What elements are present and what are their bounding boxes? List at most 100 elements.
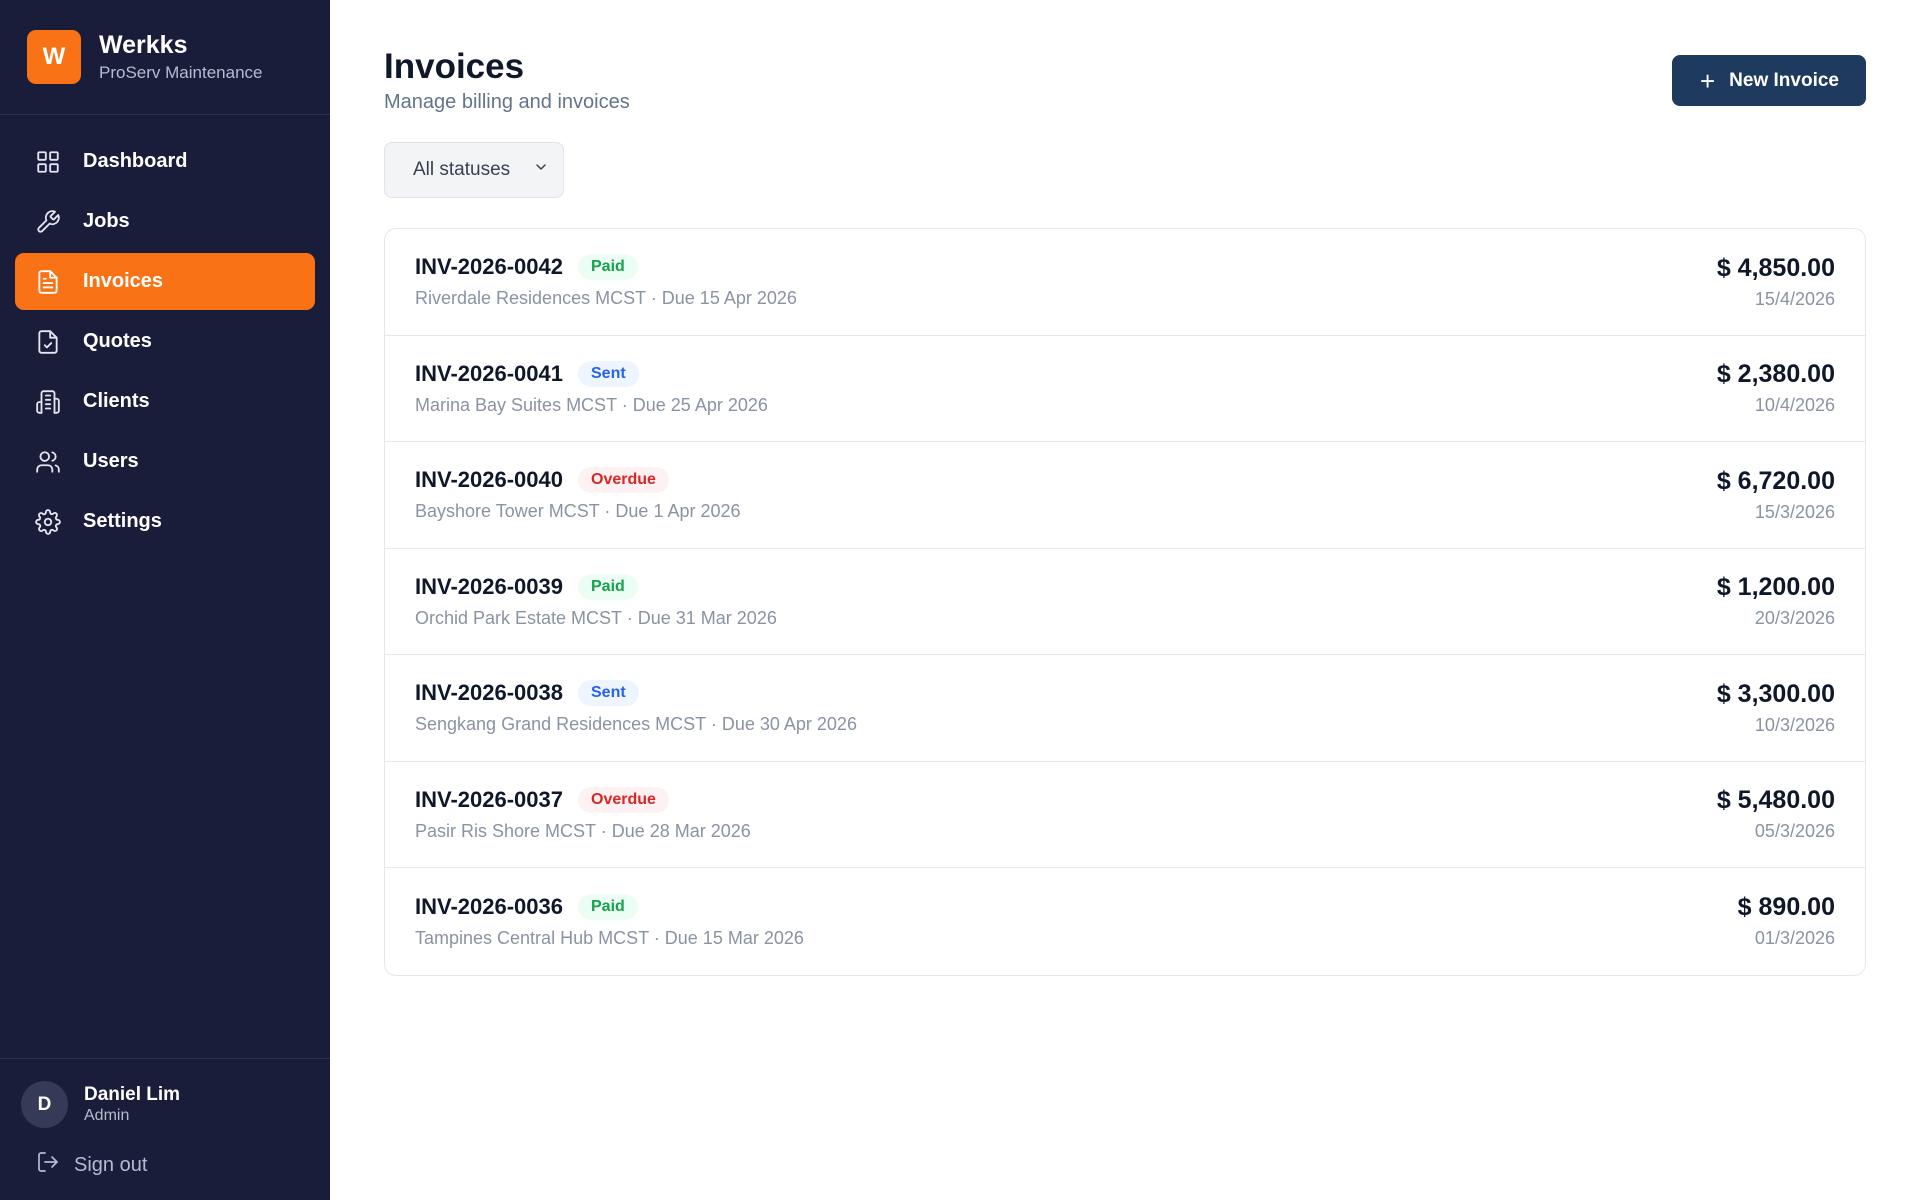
invoice-totals: $ 1,200.00 20/3/2026 [1717,573,1835,629]
sidebar-footer: D Daniel Lim Admin Sign out [0,1058,330,1200]
invoice-number: INV-2026-0042 [415,254,563,280]
invoice-meta: Sengkang Grand Residences MCST · Due 30 … [415,714,857,735]
grid-icon [35,149,61,175]
invoice-info: INV-2026-0040 Overdue Bayshore Tower MCS… [415,467,741,522]
invoice-client: Riverdale Residences MCST [415,288,646,309]
sidebar-item-label: Invoices [83,270,164,292]
status-badge: Sent [578,680,639,707]
gear-icon [35,508,61,535]
invoice-totals: $ 3,300.00 10/3/2026 [1717,680,1835,736]
invoice-row[interactable]: INV-2026-0042 Paid Riverdale Residences … [385,229,1865,336]
invoice-info: INV-2026-0042 Paid Riverdale Residences … [415,254,797,309]
invoice-amount: $ 3,300.00 [1716,679,1835,708]
invoice-date: 10/3/2026 [1754,714,1835,735]
invoice-due-date: Due 15 Apr 2026 [661,288,797,309]
invoice-info: INV-2026-0038 Sent Sengkang Grand Reside… [415,680,857,735]
sign-out-label: Sign out [74,1153,148,1176]
avatar: D [21,1081,68,1128]
brand-name: Werkks [99,31,188,59]
user-name: Daniel Lim [84,1083,181,1105]
invoice-client: Marina Bay Suites MCST [415,394,617,415]
status-badge: Paid [578,254,638,281]
invoice-info: INV-2026-0037 Overdue Pasir Ris Shore MC… [415,786,751,842]
invoice-due-date: Due 25 Apr 2026 [632,394,768,415]
status-badge: Paid [578,893,638,920]
invoice-row[interactable]: INV-2026-0040 Overdue Bayshore Tower MCS… [385,442,1865,549]
wrench-icon [35,209,61,235]
invoice-client: Pasir Ris Shore MCST [415,820,596,841]
users-icon [35,449,61,475]
invoice-number: INV-2026-0036 [415,893,563,919]
invoice-row[interactable]: INV-2026-0037 Overdue Pasir Ris Shore MC… [385,762,1865,868]
brand-subtitle: ProServ Maintenance [99,63,263,82]
page-subtitle: Manage billing and invoices [384,91,630,113]
chevron-down-icon [533,159,549,181]
invoice-totals: $ 5,480.00 05/3/2026 [1717,786,1835,842]
brand: W Werkks ProServ Maintenance [0,0,330,115]
sidebar-item-label: Dashboard [83,150,188,172]
brand-logo: W [27,30,81,84]
user-profile: D Daniel Lim Admin [21,1081,309,1128]
meta-separator: · [653,927,665,948]
invoice-client: Orchid Park Estate MCST [415,607,622,628]
status-filter-value: All statuses [413,159,511,180]
invoice-date: 15/3/2026 [1754,501,1835,522]
sign-out-button[interactable]: Sign out [21,1150,309,1180]
invoice-number: INV-2026-0041 [415,360,563,386]
invoice-amount: $ 4,850.00 [1716,253,1835,282]
invoice-amount: $ 890.00 [1737,893,1835,922]
invoice-due-date: Due 30 Apr 2026 [721,714,857,735]
main-content: Invoices Manage billing and invoices + N… [330,0,1920,1200]
invoice-meta: Pasir Ris Shore MCST · Due 28 Mar 2026 [415,821,751,842]
file-check-icon [35,329,61,355]
status-badge: Overdue [578,467,669,494]
invoice-number: INV-2026-0038 [415,680,563,706]
invoice-list: INV-2026-0042 Paid Riverdale Residences … [384,228,1866,976]
sidebar-item-users[interactable]: Users [15,433,315,490]
sidebar-item-label: Settings [83,510,162,532]
status-filter-select[interactable]: All statuses [384,142,564,198]
sidebar-item-label: Users [83,450,139,472]
sidebar-item-label: Clients [83,390,150,412]
invoice-amount: $ 5,480.00 [1716,786,1835,815]
invoice-row[interactable]: INV-2026-0038 Sent Sengkang Grand Reside… [385,655,1865,762]
sidebar-item-clients[interactable]: Clients [15,373,315,430]
meta-separator: · [710,714,722,735]
invoice-due-date: Due 28 Mar 2026 [611,820,751,841]
invoice-row[interactable]: INV-2026-0039 Paid Orchid Park Estate MC… [385,549,1865,655]
invoice-row[interactable]: INV-2026-0036 Paid Tampines Central Hub … [385,868,1865,975]
status-badge: Paid [578,573,638,600]
invoice-amount: $ 6,720.00 [1716,466,1835,495]
invoice-totals: $ 890.00 01/3/2026 [1738,893,1835,949]
invoice-meta: Tampines Central Hub MCST · Due 15 Mar 2… [415,928,804,949]
invoice-client: Tampines Central Hub MCST [415,927,649,948]
new-invoice-label: New Invoice [1729,69,1839,91]
invoice-client: Sengkang Grand Residences MCST [415,714,706,735]
invoice-client: Bayshore Tower MCST [415,501,600,522]
meta-separator: · [626,607,638,628]
invoice-amount: $ 1,200.00 [1716,573,1835,602]
invoice-totals: $ 4,850.00 15/4/2026 [1717,254,1835,310]
meta-separator: · [600,820,612,841]
log-out-icon [36,1150,74,1180]
meta-separator: · [650,288,662,309]
invoice-date: 05/3/2026 [1754,821,1835,842]
building-icon [35,389,61,415]
invoice-date: 15/4/2026 [1754,288,1835,309]
invoice-amount: $ 2,380.00 [1716,360,1835,389]
invoice-date: 10/4/2026 [1754,395,1835,416]
invoice-date: 20/3/2026 [1754,608,1835,629]
sidebar-item-settings[interactable]: Settings [15,493,315,550]
invoice-due-date: Due 1 Apr 2026 [615,501,741,522]
invoice-row[interactable]: INV-2026-0041 Sent Marina Bay Suites MCS… [385,336,1865,442]
meta-separator: · [604,501,616,522]
invoice-info: INV-2026-0039 Paid Orchid Park Estate MC… [415,573,777,629]
invoice-due-date: Due 15 Mar 2026 [664,927,804,948]
invoice-due-date: Due 31 Mar 2026 [637,607,777,628]
sidebar-item-invoices[interactable]: Invoices [15,253,315,310]
new-invoice-button[interactable]: + New Invoice [1671,55,1866,106]
sidebar-item-dashboard[interactable]: Dashboard [15,133,315,190]
invoice-totals: $ 6,720.00 15/3/2026 [1717,467,1835,523]
sidebar-item-jobs[interactable]: Jobs [15,193,315,250]
sidebar-item-quotes[interactable]: Quotes [15,313,315,370]
